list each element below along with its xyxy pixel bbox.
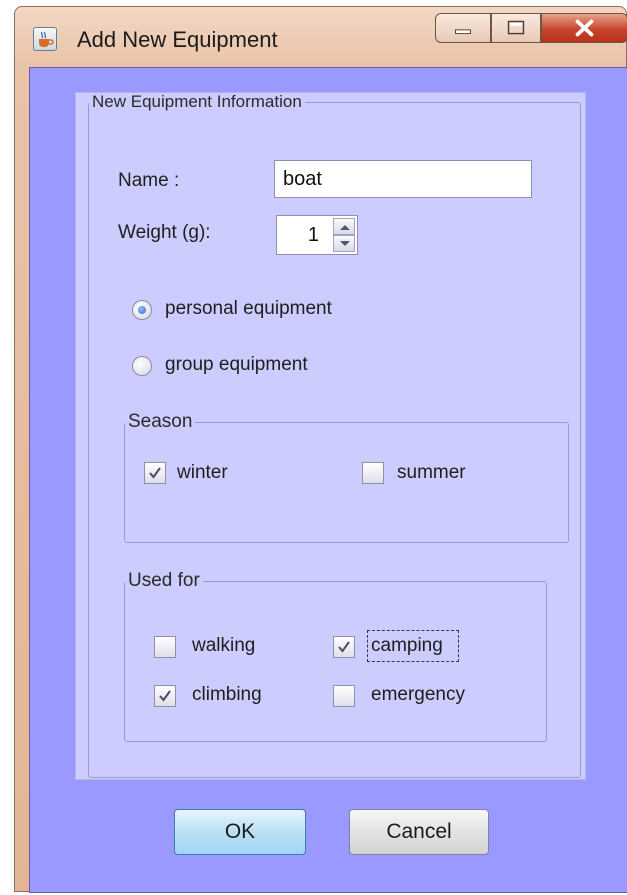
spinner-up-button[interactable]: [333, 218, 355, 235]
spinner-down-button[interactable]: [333, 235, 355, 252]
walking-checkbox[interactable]: [154, 636, 176, 658]
maximize-icon: [507, 20, 525, 35]
group-equipment-radio[interactable]: [132, 356, 152, 376]
new-equipment-group-title: New Equipment Information: [92, 92, 302, 111]
personal-equipment-radio[interactable]: [132, 300, 152, 320]
minimize-icon: [455, 29, 471, 35]
emergency-label[interactable]: emergency: [371, 684, 465, 706]
summer-label[interactable]: summer: [397, 462, 466, 484]
checkmark-icon: [149, 467, 161, 479]
walking-label[interactable]: walking: [192, 635, 255, 657]
winter-checkbox[interactable]: [144, 462, 166, 484]
title-bar[interactable]: Add New Equipment: [15, 7, 627, 67]
arrow-down-icon: [340, 241, 350, 246]
camping-label[interactable]: camping: [371, 635, 443, 657]
name-label: Name :: [118, 170, 180, 191]
weight-label: Weight (g):: [118, 222, 211, 243]
ok-button[interactable]: OK: [174, 809, 306, 855]
climbing-label[interactable]: climbing: [192, 684, 262, 706]
emergency-checkbox[interactable]: [333, 685, 355, 707]
checkmark-icon: [338, 641, 350, 653]
weight-value: 1: [307, 224, 319, 246]
used-for-group-title: Used for: [128, 570, 200, 591]
personal-equipment-label[interactable]: personal equipment: [165, 298, 332, 320]
climbing-checkbox[interactable]: [154, 685, 176, 707]
cancel-button[interactable]: Cancel: [349, 809, 489, 855]
camping-checkbox[interactable]: [333, 636, 355, 658]
season-group-title: Season: [128, 411, 193, 432]
radio-selected-dot: [138, 306, 146, 314]
group-equipment-label[interactable]: group equipment: [165, 354, 308, 376]
close-button[interactable]: [541, 13, 627, 43]
java-cup-icon[interactable]: [33, 27, 57, 51]
window-title: Add New Equipment: [77, 27, 278, 52]
winter-label[interactable]: winter: [177, 462, 228, 484]
arrow-up-icon: [340, 225, 350, 230]
window-controls: [435, 13, 627, 47]
maximize-button[interactable]: [491, 13, 541, 43]
weight-spinner[interactable]: 1: [276, 215, 358, 255]
minimize-button[interactable]: [435, 13, 491, 43]
name-input[interactable]: [274, 160, 532, 198]
checkmark-icon: [159, 690, 171, 702]
close-icon: [575, 19, 594, 37]
summer-checkbox[interactable]: [362, 462, 384, 484]
